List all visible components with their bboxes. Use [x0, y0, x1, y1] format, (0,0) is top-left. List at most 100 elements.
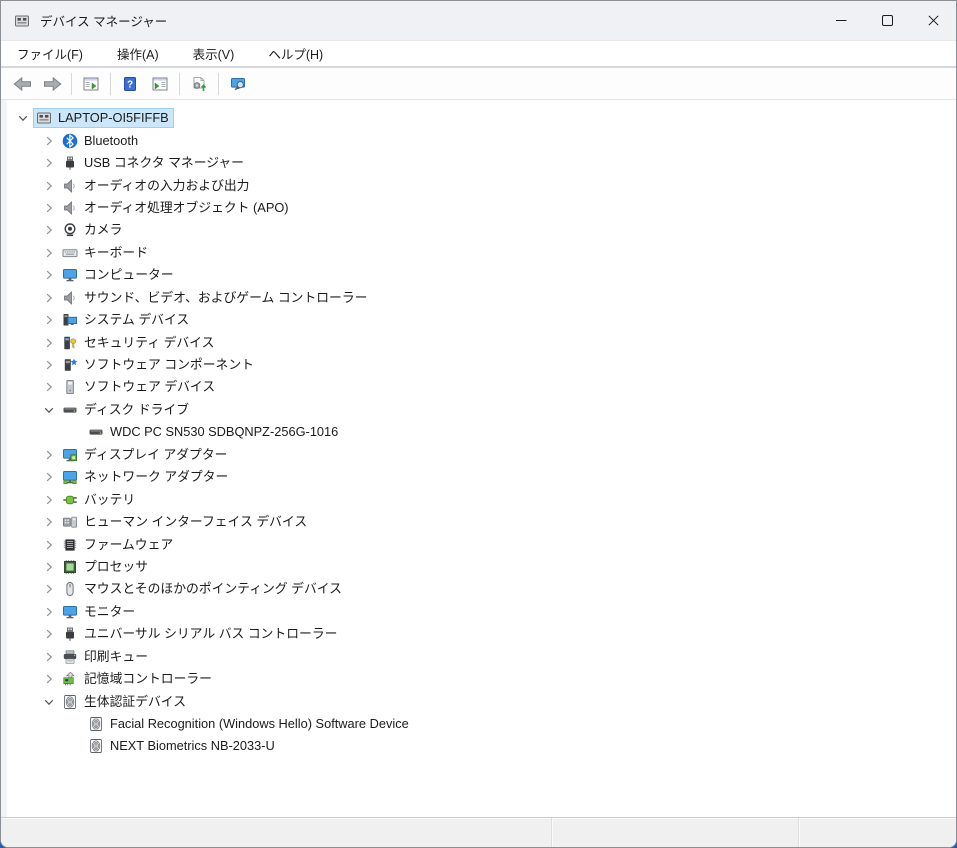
forward-button[interactable]: [37, 71, 67, 97]
tree-item-category[interactable]: 記憶域コントローラー: [7, 668, 956, 690]
chevron-right-icon[interactable]: [39, 626, 59, 642]
chevron-right-icon[interactable]: [39, 267, 59, 283]
chevron-right-icon[interactable]: [39, 290, 59, 306]
chevron-right-icon[interactable]: [39, 447, 59, 463]
computer-device-icon: [36, 110, 52, 126]
close-icon: [928, 15, 939, 26]
display-adapter-icon: [62, 447, 78, 463]
tree-item-category[interactable]: バッテリ: [7, 488, 956, 510]
tree-item-label: 生体認証デバイス: [84, 694, 186, 710]
show-hide-console-tree-button[interactable]: [76, 71, 106, 97]
console-tree-icon: [83, 76, 99, 92]
tree-item-label: ファームウェア: [84, 537, 173, 553]
tree-item-category[interactable]: サウンド、ビデオ、およびゲーム コントローラー: [7, 287, 956, 309]
chevron-right-icon[interactable]: [39, 222, 59, 238]
device-search-button[interactable]: [223, 71, 253, 97]
chevron-right-icon[interactable]: [39, 200, 59, 216]
tree-item-category[interactable]: ソフトウェア コンポーネント: [7, 354, 956, 376]
tree-item-device[interactable]: NEXT Biometrics NB-2033-U: [7, 735, 956, 757]
chevron-right-icon[interactable]: [39, 178, 59, 194]
tree-item-category[interactable]: カメラ: [7, 219, 956, 241]
tree-item-category[interactable]: ファームウェア: [7, 533, 956, 555]
minimize-button[interactable]: [818, 1, 864, 40]
chevron-down-icon[interactable]: [39, 402, 59, 418]
tree-item-category[interactable]: ディスプレイ アダプター: [7, 444, 956, 466]
tree-item-category[interactable]: キーボード: [7, 242, 956, 264]
back-button[interactable]: [7, 71, 37, 97]
tree-item-category[interactable]: Bluetooth: [7, 129, 956, 151]
tree-item-category[interactable]: 生体認証デバイス: [7, 690, 956, 712]
chevron-right-icon[interactable]: [39, 469, 59, 485]
tree-item-label: 印刷キュー: [84, 649, 148, 665]
mouse-icon: [62, 581, 78, 597]
tree-item-category[interactable]: ユニバーサル シリアル バス コントローラー: [7, 623, 956, 645]
speaker-icon: [62, 178, 78, 194]
firmware-icon: [62, 537, 78, 553]
statusbar: [1, 817, 956, 847]
tree-node: ディスプレイ アダプター: [59, 445, 232, 465]
tree-node: セキュリティ デバイス: [59, 333, 219, 353]
tree-item-category[interactable]: ネットワーク アダプター: [7, 466, 956, 488]
tree-item-category[interactable]: ディスク ドライブ: [7, 399, 956, 421]
maximize-icon: [882, 15, 893, 26]
tree-node: 生体認証デバイス: [59, 692, 191, 712]
chevron-down-icon[interactable]: [39, 694, 59, 710]
tree-item-root[interactable]: LAPTOP-OI5FIFFB: [7, 107, 956, 129]
monitor-icon: [62, 604, 78, 620]
close-button[interactable]: [910, 1, 956, 40]
tree-item-category[interactable]: セキュリティ デバイス: [7, 331, 956, 353]
tree-item-category[interactable]: ヒューマン インターフェイス デバイス: [7, 511, 956, 533]
chevron-right-icon[interactable]: [39, 335, 59, 351]
tree-item-label: バッテリ: [84, 492, 135, 508]
tree-item-device[interactable]: WDC PC SN530 SDBQNPZ-256G-1016: [7, 421, 956, 443]
chevron-down-icon[interactable]: [13, 110, 33, 126]
storage-controller-icon: [62, 671, 78, 687]
tree-item-category[interactable]: オーディオの入力および出力: [7, 174, 956, 196]
tree-item-label: WDC PC SN530 SDBQNPZ-256G-1016: [110, 424, 338, 440]
menu-help[interactable]: ヘルプ(H): [258, 41, 333, 66]
tree-item-category[interactable]: マウスとそのほかのポインティング デバイス: [7, 578, 956, 600]
tree-item-device[interactable]: Facial Recognition (Windows Hello) Softw…: [7, 713, 956, 735]
scan-hardware-changes-button[interactable]: [184, 71, 214, 97]
tree-item-category[interactable]: プロセッサ: [7, 556, 956, 578]
chevron-right-icon[interactable]: [39, 245, 59, 261]
chevron-right-icon[interactable]: [39, 559, 59, 575]
tree-item-category[interactable]: 印刷キュー: [7, 646, 956, 668]
tree-item-category[interactable]: ソフトウェア デバイス: [7, 376, 956, 398]
chevron-right-icon[interactable]: [39, 604, 59, 620]
tree-item-category[interactable]: コンピューター: [7, 264, 956, 286]
tree-item-category[interactable]: システム デバイス: [7, 309, 956, 331]
chevron-right-icon[interactable]: [39, 514, 59, 530]
tree-item-label: ソフトウェア デバイス: [84, 379, 215, 395]
menu-view[interactable]: 表示(V): [183, 41, 245, 66]
device-tree: LAPTOP-OI5FIFFBBluetoothUSB コネクタ マネージャーオ…: [1, 100, 956, 817]
chevron-right-icon[interactable]: [39, 649, 59, 665]
chevron-right-icon[interactable]: [39, 492, 59, 508]
chevron-right-icon[interactable]: [39, 357, 59, 373]
show-hide-action-pane-button[interactable]: [145, 71, 175, 97]
tree-node: 記憶域コントローラー: [59, 669, 217, 689]
biometric-icon: [62, 694, 78, 710]
chevron-right-icon[interactable]: [39, 379, 59, 395]
chevron-right-icon[interactable]: [39, 537, 59, 553]
tree-item-category[interactable]: モニター: [7, 601, 956, 623]
usb-icon: [62, 626, 78, 642]
chevron-right-icon[interactable]: [39, 312, 59, 328]
menu-file[interactable]: ファイル(F): [7, 41, 93, 66]
maximize-button[interactable]: [864, 1, 910, 40]
chevron-right-icon[interactable]: [39, 581, 59, 597]
help-button[interactable]: ?: [115, 71, 145, 97]
software-device-icon: [62, 379, 78, 395]
chevron-right-icon[interactable]: [39, 133, 59, 149]
chevron-right-icon[interactable]: [39, 671, 59, 687]
tree-item-category[interactable]: USB コネクタ マネージャー: [7, 152, 956, 174]
tree-item-label: ディスプレイ アダプター: [84, 447, 227, 463]
chevron-right-icon[interactable]: [39, 155, 59, 171]
tree-item-label: オーディオの入力および出力: [84, 178, 249, 194]
status-cell: [798, 818, 956, 847]
tree-item-label: USB コネクタ マネージャー: [84, 155, 244, 171]
bluetooth-icon: [62, 133, 78, 149]
menu-action[interactable]: 操作(A): [107, 41, 169, 66]
back-arrow-icon: [13, 77, 32, 91]
tree-item-category[interactable]: オーディオ処理オブジェクト (APO): [7, 197, 956, 219]
